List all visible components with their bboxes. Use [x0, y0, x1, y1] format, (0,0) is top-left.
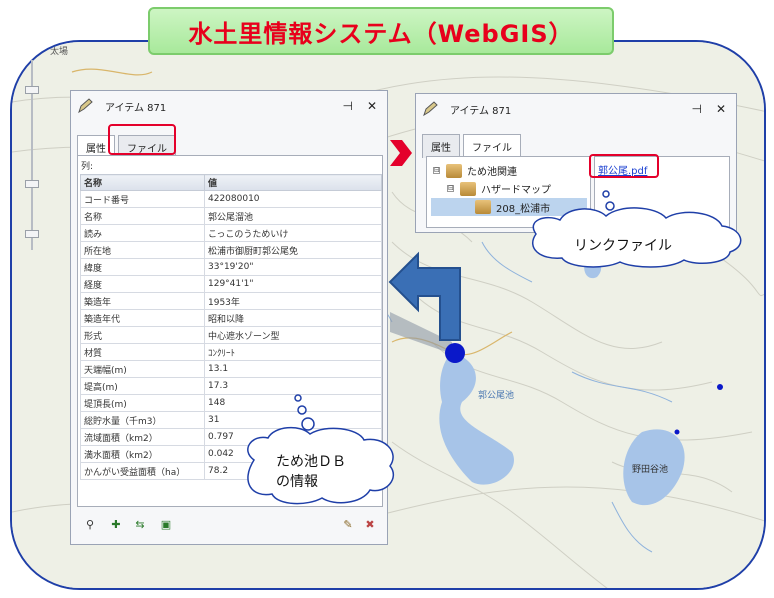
zoom-to-icon[interactable]: ⚲ [83, 518, 97, 532]
attribute-value-cell: 13.1 [204, 360, 382, 378]
folder-icon [446, 163, 462, 178]
folder-icon [475, 200, 491, 214]
attribute-value-cell: 33°19'20" [204, 258, 382, 276]
attribute-name-cell: 流域面積（km2） [80, 428, 205, 446]
attribute-name-cell: 満水面積（km2） [80, 445, 205, 463]
attribute-name-cell: コード番号 [80, 190, 205, 208]
db-info-caption: ため池ＤＢ の情報 [276, 452, 346, 492]
link-file-caption: リンクファイル [574, 238, 672, 254]
attribute-value-cell: 昭和以降 [204, 309, 382, 327]
db-info-callout [247, 394, 395, 505]
add-feature-icon[interactable]: ✚ [109, 518, 123, 532]
reservoir-marker [445, 343, 465, 363]
attribute-name-cell: 堤高(m) [80, 377, 205, 395]
zoom-handle[interactable] [25, 180, 39, 188]
file-link-highlight [589, 154, 659, 178]
file-window-title: アイテム 871 [450, 105, 512, 117]
pond2-label: 野田谷池 [632, 465, 669, 475]
attribute-value-cell: 松浦市御厨町郭公尾免 [204, 241, 382, 259]
edit-item-icon [423, 101, 438, 117]
attribute-value-cell: ｺﾝｸﾘｰﾄ [204, 343, 382, 361]
table-row[interactable]: 緯度 33°19'20" [80, 258, 382, 276]
attribute-name-cell: 名称 [80, 207, 205, 225]
zoom-in-icon[interactable] [25, 86, 39, 94]
attribute-value-cell: 中心遮水ゾーン型 [204, 326, 382, 344]
table-row[interactable]: コード番号 422080010 [80, 190, 382, 208]
attribute-name-cell: 形式 [80, 326, 205, 344]
table-row[interactable]: 天端幅(m) 13.1 [80, 360, 382, 378]
attribute-name-cell: 総貯水量（千m3） [80, 411, 205, 429]
system-title-banner: 水土里情報システム（WebGIS） [148, 7, 614, 55]
db-info-line2: の情報 [276, 474, 318, 490]
map-corner-label: 太場 [50, 47, 69, 57]
attribute-name-cell: 所在地 [80, 241, 205, 259]
arrow-up-left-icon [388, 251, 461, 341]
attribute-toolbar: ⚲ ✚ ⇆ ▣ ✎ ✖ [77, 518, 383, 536]
column-header-name[interactable]: 名称 [80, 174, 205, 191]
attribute-name-cell: 堤頂長(m) [80, 394, 205, 412]
export-icon[interactable]: ▣ [159, 518, 173, 532]
table-row[interactable]: 築造年 1953年 [80, 292, 382, 310]
pin-icon[interactable]: ⊣ [691, 102, 701, 116]
table-row[interactable]: 読み こっこのうためいけ [80, 224, 382, 242]
table-row[interactable]: 所在地 松浦市御厨町郭公尾免 [80, 241, 382, 259]
file-tab-highlight [108, 124, 176, 155]
table-row[interactable]: 形式 中心遮水ゾーン型 [80, 326, 382, 344]
chevron-right-icon [390, 140, 412, 166]
tab-files[interactable]: ファイル [463, 134, 521, 158]
close-icon[interactable]: ✕ [716, 102, 726, 116]
attribute-window-title: アイテム 871 [105, 102, 167, 114]
zoom-slider[interactable] [25, 60, 39, 260]
attribute-name-cell: かんがい受益面積（ha） [80, 462, 205, 480]
column-header-value[interactable]: 値 [204, 174, 382, 191]
attribute-name-cell: 読み [80, 224, 205, 242]
collapse-icon[interactable]: ⊟ [447, 185, 454, 192]
attribute-value-cell: こっこのうためいけ [204, 224, 382, 242]
collapse-icon[interactable]: ⊟ [433, 167, 440, 174]
attribute-name-cell: 材質 [80, 343, 205, 361]
edit-icon[interactable]: ✎ [341, 518, 355, 532]
table-row[interactable]: 築造年代 昭和以降 [80, 309, 382, 327]
folder-icon [460, 181, 476, 196]
attribute-name-cell: 経度 [80, 275, 205, 293]
tree-label: ため池関連 [467, 167, 517, 178]
system-title: 水土里情報システム（WebGIS） [188, 19, 574, 48]
table-row[interactable]: 経度 129°41'1" [80, 275, 382, 293]
attribute-name-cell: 緯度 [80, 258, 205, 276]
delete-icon[interactable]: ✖ [363, 518, 377, 532]
column-label: 列: [81, 162, 94, 172]
close-icon[interactable]: ✕ [367, 99, 377, 113]
table-row[interactable]: 名称 郭公尾溜池 [80, 207, 382, 225]
pond-label: 郭公尾池 [478, 391, 515, 401]
tab-attributes[interactable]: 属性 [422, 134, 460, 158]
pin-icon[interactable]: ⊣ [342, 99, 352, 113]
zoom-out-icon[interactable] [25, 230, 39, 238]
attribute-name-cell: 天端幅(m) [80, 360, 205, 378]
attribute-name-cell: 築造年 [80, 292, 205, 310]
table-row[interactable]: 材質 ｺﾝｸﾘｰﾄ [80, 343, 382, 361]
attribute-name-cell: 築造年代 [80, 309, 205, 327]
file-window-header[interactable]: アイテム 871 ⊣ ✕ [416, 94, 736, 124]
attribute-value-cell: 郭公尾溜池 [204, 207, 382, 225]
move-feature-icon[interactable]: ⇆ [133, 518, 147, 532]
attribute-value-cell: 129°41'1" [204, 275, 382, 293]
attribute-window-header[interactable]: アイテム 871 ⊣ ✕ [71, 91, 387, 121]
attribute-value-cell: 422080010 [204, 190, 382, 208]
edit-item-icon [78, 98, 93, 114]
tree-item-ponds[interactable]: ⊟ ため池関連 [433, 163, 517, 178]
db-info-line1: ため池ＤＢ [276, 454, 346, 470]
attribute-value-cell: 1953年 [204, 292, 382, 310]
